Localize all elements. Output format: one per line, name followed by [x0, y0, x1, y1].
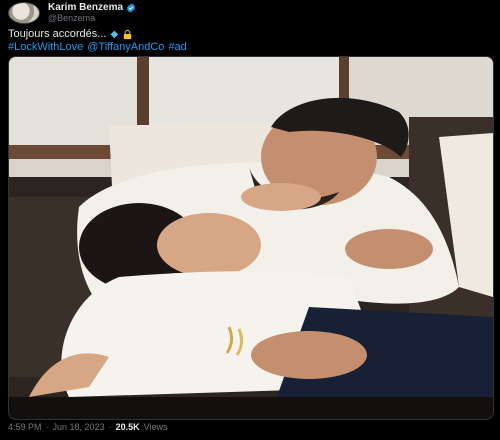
- tweet-text: Toujours accordés... ◆ #LockWithLove @Tif…: [8, 28, 191, 54]
- meta-separator: ·: [45, 422, 49, 432]
- hashtag-link[interactable]: #ad: [168, 41, 186, 53]
- verified-badge-icon: [126, 2, 136, 13]
- hashtag-row: #LockWithLove @TiffanyAndCo #ad: [8, 41, 191, 54]
- tweet-date[interactable]: Jun 18, 2023: [53, 422, 105, 432]
- avatar[interactable]: [8, 2, 40, 24]
- tweet-meta: 4:59 PM · Jun 18, 2023 · 20.5K Views: [8, 422, 167, 432]
- meta-separator: ·: [108, 422, 112, 432]
- views-label: Views: [143, 422, 168, 432]
- tweet-time[interactable]: 4:59 PM: [8, 422, 42, 432]
- author-block: Karim Benzema @Benzema: [48, 2, 136, 24]
- tweet-header: Karim Benzema @Benzema: [8, 2, 136, 24]
- photo-illustration: [9, 57, 493, 419]
- lock-icon: [123, 29, 132, 40]
- author-name-row: Karim Benzema: [48, 2, 136, 13]
- tweet-body: Toujours accordés...: [8, 28, 107, 40]
- mention-link[interactable]: @TiffanyAndCo: [87, 41, 164, 53]
- hashtag-link[interactable]: #LockWithLove: [8, 41, 83, 53]
- views-count[interactable]: 20.5K: [116, 422, 140, 432]
- author-name[interactable]: Karim Benzema: [48, 2, 123, 13]
- diamond-icon: ◆: [110, 29, 119, 40]
- tweet-photo[interactable]: [8, 56, 494, 420]
- author-handle[interactable]: @Benzema: [48, 13, 136, 24]
